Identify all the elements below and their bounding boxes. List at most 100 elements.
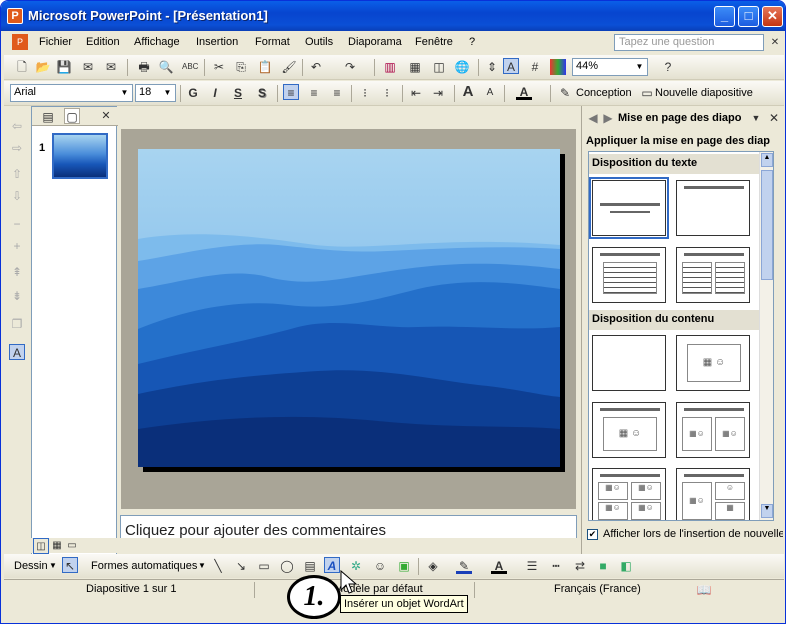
show-formatting-outline-icon[interactable]: A bbox=[9, 344, 25, 360]
font-color-icon[interactable]: A bbox=[516, 84, 532, 100]
numbering-icon[interactable]: ⁝ bbox=[357, 85, 373, 101]
gallery-scrollbar[interactable]: ▲ ▼ bbox=[759, 152, 773, 520]
menu-insertion[interactable]: Insertion bbox=[196, 36, 238, 48]
line-color-icon[interactable]: ✎ bbox=[456, 558, 472, 574]
move-down-icon[interactable]: ⇩ bbox=[9, 188, 25, 204]
align-right-icon[interactable]: ≡ bbox=[329, 85, 345, 101]
redo-icon[interactable]: ↷ bbox=[342, 59, 358, 75]
expand-icon[interactable]: + bbox=[9, 238, 25, 254]
close-icon[interactable]: ✕ bbox=[762, 6, 783, 27]
scroll-up-icon[interactable]: ▲ bbox=[761, 153, 773, 167]
layout-title-two-content[interactable]: ▦☺ ▦☺ bbox=[676, 402, 750, 458]
undo-icon[interactable]: ↶ bbox=[308, 59, 324, 75]
autoshapes-menu-button[interactable]: Formes automatiques bbox=[91, 560, 197, 572]
show-formatting-icon[interactable]: A bbox=[503, 58, 519, 74]
rectangle-icon[interactable]: ▭ bbox=[256, 558, 272, 574]
decrease-indent-icon[interactable]: ⇤ bbox=[408, 85, 424, 101]
move-up-icon[interactable]: ⇧ bbox=[9, 166, 25, 182]
task-pane-title[interactable]: Mise en page des diapo bbox=[618, 112, 748, 124]
shadow-button[interactable]: S bbox=[254, 85, 270, 101]
menu-affichage[interactable]: Affichage bbox=[134, 36, 180, 48]
scroll-down-icon[interactable]: ▼ bbox=[761, 504, 773, 518]
forward-icon[interactable]: ▶ bbox=[600, 110, 616, 126]
align-center-icon[interactable]: ≡ bbox=[306, 85, 322, 101]
align-left-icon[interactable]: ≡ bbox=[283, 84, 299, 100]
open-icon[interactable]: 📂 bbox=[35, 59, 51, 75]
layout-title-text[interactable] bbox=[592, 247, 666, 303]
shadow-style-icon[interactable]: ■ bbox=[595, 558, 611, 574]
close-doc-icon[interactable]: ✕ bbox=[767, 35, 783, 51]
outline-tab-icon[interactable]: ▤ bbox=[40, 109, 56, 125]
design-icon[interactable]: ✎ bbox=[557, 85, 573, 101]
paste-icon[interactable]: 📋 bbox=[257, 59, 273, 75]
sorter-view-icon[interactable]: ▦ bbox=[49, 538, 65, 554]
layout-title-four-content[interactable]: ▦☺ ▦☺ ▦☺ ▦☺ bbox=[592, 468, 666, 520]
layout-title-content[interactable]: ▦ ☺ bbox=[592, 402, 666, 458]
menu-fichier[interactable]: Fichier bbox=[39, 36, 72, 48]
bold-button[interactable]: G bbox=[185, 85, 201, 101]
zoom-combo[interactable]: 44% ▼ bbox=[572, 58, 648, 76]
menu-outils[interactable]: Outils bbox=[305, 36, 333, 48]
print-icon[interactable]: 🖶 bbox=[136, 59, 152, 75]
save-icon[interactable]: 💾 bbox=[56, 59, 72, 75]
collapse-all-icon[interactable]: ⇞ bbox=[9, 264, 25, 280]
line-style-icon[interactable]: ☰ bbox=[524, 558, 540, 574]
menu-diaporama[interactable]: Diaporama bbox=[348, 36, 402, 48]
slides-tab-icon[interactable]: ▢ bbox=[64, 108, 80, 124]
promote-icon[interactable]: ⇦ bbox=[9, 118, 25, 134]
print-preview-icon[interactable]: 🔍 bbox=[158, 59, 174, 75]
italic-button[interactable]: I bbox=[207, 85, 223, 101]
grid-icon[interactable]: # bbox=[527, 59, 543, 75]
fill-color-icon[interactable]: ◈ bbox=[425, 558, 441, 574]
format-painter-icon[interactable]: 🖌 bbox=[281, 59, 297, 75]
layout-content[interactable]: ▦ ☺ bbox=[676, 335, 750, 391]
spelling-status-icon[interactable]: 📖 bbox=[696, 582, 712, 598]
collapse-icon[interactable]: − bbox=[9, 216, 25, 232]
email-icon[interactable]: ✉ bbox=[103, 59, 119, 75]
copy-icon[interactable]: ⎘ bbox=[233, 59, 249, 75]
menu-fenetre[interactable]: Fenêtre bbox=[415, 36, 453, 48]
arrow-style-icon[interactable]: ⇄ bbox=[572, 558, 588, 574]
maximize-icon[interactable]: □ bbox=[738, 6, 759, 27]
font-combo[interactable]: Arial ▼ bbox=[10, 84, 133, 102]
font-size-combo[interactable]: 18 ▼ bbox=[135, 84, 176, 102]
slide-canvas[interactable] bbox=[138, 149, 560, 467]
draw-menu-button[interactable]: Dessin bbox=[14, 560, 48, 572]
show-on-insert-checkbox[interactable]: ✔ bbox=[587, 529, 598, 540]
select-objects-icon[interactable]: ↖ bbox=[62, 557, 78, 573]
scroll-thumb[interactable] bbox=[761, 170, 773, 280]
cut-icon[interactable]: ✂ bbox=[211, 59, 227, 75]
slide-thumbnail[interactable] bbox=[52, 133, 108, 179]
normal-view-icon[interactable]: ◫ bbox=[33, 538, 49, 554]
wordart-icon[interactable]: A bbox=[324, 557, 340, 573]
close-pane-icon[interactable]: ✕ bbox=[98, 108, 114, 124]
increase-indent-icon[interactable]: ⇥ bbox=[430, 85, 446, 101]
new-slide-icon[interactable]: ▭ bbox=[639, 85, 655, 101]
new-slide-button[interactable]: Nouvelle diapositive bbox=[655, 87, 753, 99]
arrow-icon[interactable]: ↘ bbox=[233, 558, 249, 574]
spelling-icon[interactable]: ABC bbox=[182, 59, 198, 75]
text-box-icon[interactable]: ▤ bbox=[302, 558, 318, 574]
expand-all-icon[interactable]: ⇕ bbox=[484, 59, 500, 75]
chevron-down-icon[interactable]: ▼ bbox=[49, 561, 57, 570]
chevron-down-icon[interactable]: ▼ bbox=[748, 110, 764, 126]
expand-all-outline-icon[interactable]: ⇟ bbox=[9, 288, 25, 304]
chevron-down-icon[interactable]: ▼ bbox=[633, 60, 646, 74]
picture-icon[interactable]: ▣ bbox=[396, 558, 412, 574]
decrease-font-icon[interactable]: A bbox=[482, 85, 498, 101]
menu-format[interactable]: Format bbox=[255, 36, 290, 48]
powerpoint-icon[interactable]: P bbox=[7, 8, 23, 24]
clipart-icon[interactable]: ☺ bbox=[372, 558, 388, 574]
close-pane-icon[interactable]: ✕ bbox=[766, 110, 782, 126]
horizontal-scrollbar[interactable] bbox=[120, 538, 577, 552]
3d-style-icon[interactable]: ◧ bbox=[618, 558, 634, 574]
color-grayscale-icon[interactable] bbox=[550, 59, 566, 75]
layout-title-two-columns[interactable] bbox=[676, 247, 750, 303]
layout-blank[interactable] bbox=[592, 335, 666, 391]
permission-icon[interactable]: ✉ bbox=[80, 59, 96, 75]
hyperlink-icon[interactable]: 🌐 bbox=[454, 59, 470, 75]
chevron-down-icon[interactable]: ▼ bbox=[161, 86, 174, 100]
layout-title-slide[interactable] bbox=[589, 177, 669, 239]
font-color-draw-icon[interactable]: A bbox=[491, 558, 507, 574]
dash-style-icon[interactable]: ┅ bbox=[548, 558, 564, 574]
